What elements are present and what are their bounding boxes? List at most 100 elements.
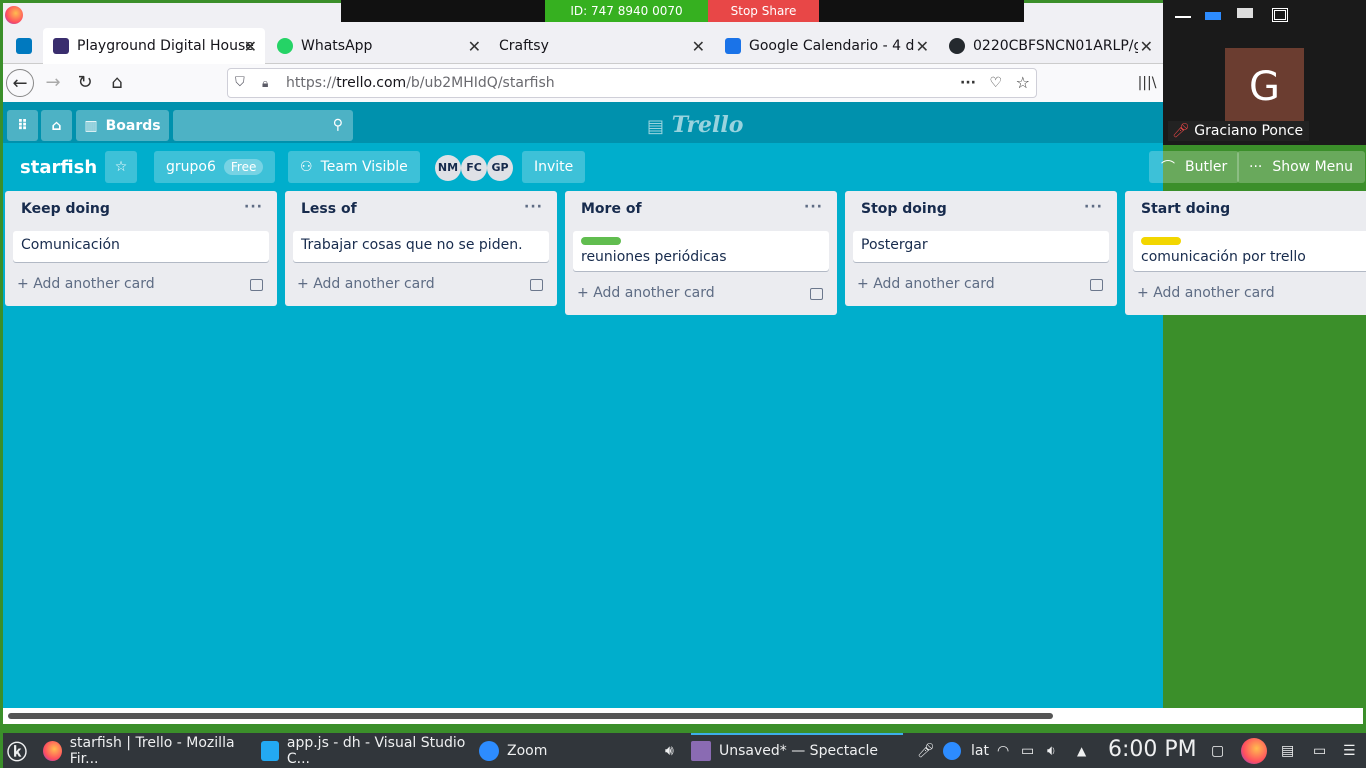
pocket-icon[interactable]: ♡ [989, 69, 1002, 97]
gallery-view-icon[interactable] [1237, 8, 1253, 18]
task-firefox[interactable]: starfish | Trello - Mozilla Fir... [43, 733, 255, 768]
add-card-button[interactable]: + Add another card [285, 270, 557, 306]
task-vscode[interactable]: app.js - dh - Visual Studio C... [261, 733, 471, 768]
show-menu-button[interactable]: ··· Show Menu [1237, 151, 1366, 183]
add-card-button[interactable]: + Add another card [565, 279, 837, 315]
grid-view-icon[interactable] [1272, 8, 1288, 22]
member-avatar[interactable]: GP [487, 155, 513, 181]
url-bar[interactable]: ⛉ 🔒︎ https://trello.com/b/ub2MHIdQ/starf… [227, 68, 1037, 98]
close-tab-icon[interactable]: ✕ [244, 37, 257, 56]
system-monitor-icon[interactable]: ▤ [1281, 733, 1294, 768]
add-card-label: Add another card [593, 285, 715, 301]
search-input[interactable]: ⚲ [173, 110, 353, 141]
task-spectacle[interactable]: Unsaved* — Spectacle [691, 733, 903, 768]
card-template-icon[interactable] [530, 279, 543, 291]
close-tab-icon[interactable]: ✕ [468, 37, 481, 56]
list-header[interactable]: Less of ··· [285, 191, 557, 229]
library-icon[interactable]: |||\ [1133, 69, 1161, 97]
card[interactable]: reuniones periódicas [573, 231, 829, 271]
volume-icon[interactable]: 🔉︎ [1047, 733, 1056, 768]
tab-trello-pinned[interactable] [7, 28, 41, 64]
keyboard-layout[interactable]: lat [971, 733, 989, 768]
minimize-icon[interactable] [1175, 8, 1191, 18]
battery-icon[interactable]: ▭ [1021, 733, 1034, 768]
list-header[interactable]: Keep doing ··· [5, 191, 277, 229]
card-template-icon[interactable] [250, 279, 263, 291]
add-card-label: Add another card [873, 276, 995, 292]
scrollbar-thumb[interactable] [8, 713, 1053, 719]
card[interactable]: Comunicación [13, 231, 269, 262]
reload-icon[interactable]: ↻ [71, 69, 99, 97]
team-visible-icon: ⚇ [300, 159, 313, 175]
list-menu-icon[interactable]: ··· [1084, 199, 1103, 215]
apps-grid-button[interactable]: ⠿ [7, 110, 38, 141]
zoom-tray-icon[interactable] [943, 733, 961, 768]
wifi-icon[interactable]: ◠ [997, 733, 1009, 768]
list-menu-icon[interactable]: ··· [804, 199, 823, 215]
card[interactable]: comunicación por trello [1133, 231, 1366, 271]
application-launcher[interactable]: ⓚ [7, 733, 37, 768]
bookmark-star-icon[interactable]: ☆ [1016, 69, 1030, 97]
list-header[interactable]: More of ··· [565, 191, 837, 229]
tab-strip: Playground Digital House ✕ WhatsApp ✕ Cr… [3, 28, 1163, 64]
close-tab-icon[interactable]: ✕ [916, 37, 929, 56]
speaker-view-icon[interactable] [1205, 12, 1221, 20]
audio-icon[interactable]: 🔊︎ [665, 733, 685, 768]
show-desktop-icon[interactable]: ▭ [1313, 733, 1326, 768]
card-template-icon[interactable] [810, 288, 823, 300]
card-template-icon[interactable] [1090, 279, 1103, 291]
add-card-label: Add another card [313, 276, 435, 292]
list-title[interactable]: Start doing [1141, 201, 1230, 217]
member-avatar[interactable]: NM [435, 155, 461, 181]
card[interactable]: Postergar [853, 231, 1109, 262]
invite-button[interactable]: Invite [522, 151, 586, 183]
notifications-icon[interactable]: ▢ [1211, 733, 1224, 768]
menu-icon[interactable]: ☰ [1343, 733, 1356, 768]
list-menu-icon[interactable]: ··· [244, 199, 263, 215]
home-button[interactable]: ⌂ [41, 110, 72, 141]
board-title[interactable]: starfish [20, 157, 97, 178]
list-title[interactable]: Stop doing [861, 201, 947, 217]
task-title: app.js - dh - Visual Studio C... [286, 734, 466, 767]
trello-logo[interactable]: ▤ Trello [647, 112, 743, 138]
butler-icon: ⌒ [1161, 160, 1175, 176]
add-card-button[interactable]: + Add another card [1125, 279, 1366, 315]
boards-button[interactable]: ▥ Boards [76, 110, 169, 141]
close-tab-icon[interactable]: ✕ [692, 37, 705, 56]
plus-icon: + [577, 285, 594, 301]
back-arrow-icon[interactable]: ← [6, 69, 34, 97]
tab-whatsapp[interactable]: WhatsApp ✕ [267, 28, 489, 64]
task-zoom[interactable]: Zoom [479, 733, 659, 768]
list-title[interactable]: More of [581, 201, 642, 217]
tray-expand-icon[interactable]: ▲ [1077, 733, 1086, 768]
firefox-launcher-icon[interactable] [1241, 733, 1267, 768]
stop-share-button[interactable]: Stop Share [708, 0, 819, 22]
home-icon[interactable]: ⌂ [103, 69, 131, 97]
list-title[interactable]: Keep doing [21, 201, 110, 217]
list-menu-icon[interactable]: ··· [524, 199, 543, 215]
list-header[interactable]: Stop doing ··· [845, 191, 1117, 229]
list-title[interactable]: Less of [301, 201, 357, 217]
tab-playground[interactable]: Playground Digital House ✕ [43, 28, 265, 64]
tab-craftsy[interactable]: Craftsy ✕ [491, 28, 713, 64]
list-header[interactable]: Start doing [1125, 191, 1366, 229]
add-card-label: Add another card [1153, 285, 1275, 301]
page-actions-icon[interactable]: ··· [960, 69, 976, 97]
close-tab-icon[interactable]: ✕ [1140, 37, 1153, 56]
microphone-icon[interactable]: 🎤︎ [917, 733, 935, 768]
tab-title: Google Calendario - 4 días [749, 38, 914, 54]
team-button[interactable]: grupo6 Free [154, 151, 276, 183]
forward-arrow-icon[interactable]: → [39, 69, 67, 97]
tab-title: WhatsApp [301, 38, 373, 54]
tab-google-calendar[interactable]: Google Calendario - 4 días ✕ [715, 28, 937, 64]
visibility-button[interactable]: ⚇ Team Visible [288, 151, 420, 183]
tab-github[interactable]: 0220CBFSNCN01ARLP/gru ✕ [939, 28, 1161, 64]
card[interactable]: Trabajar cosas que no se piden. [293, 231, 549, 262]
member-avatar[interactable]: FC [461, 155, 487, 181]
shield-icon: ⛉ [235, 75, 245, 90]
butler-button[interactable]: ⌒ Butler [1149, 151, 1240, 183]
clock[interactable]: 6:00 PM [1108, 737, 1197, 762]
star-button[interactable]: ☆ [105, 151, 137, 183]
add-card-button[interactable]: + Add another card [845, 270, 1117, 306]
add-card-button[interactable]: + Add another card [5, 270, 277, 306]
